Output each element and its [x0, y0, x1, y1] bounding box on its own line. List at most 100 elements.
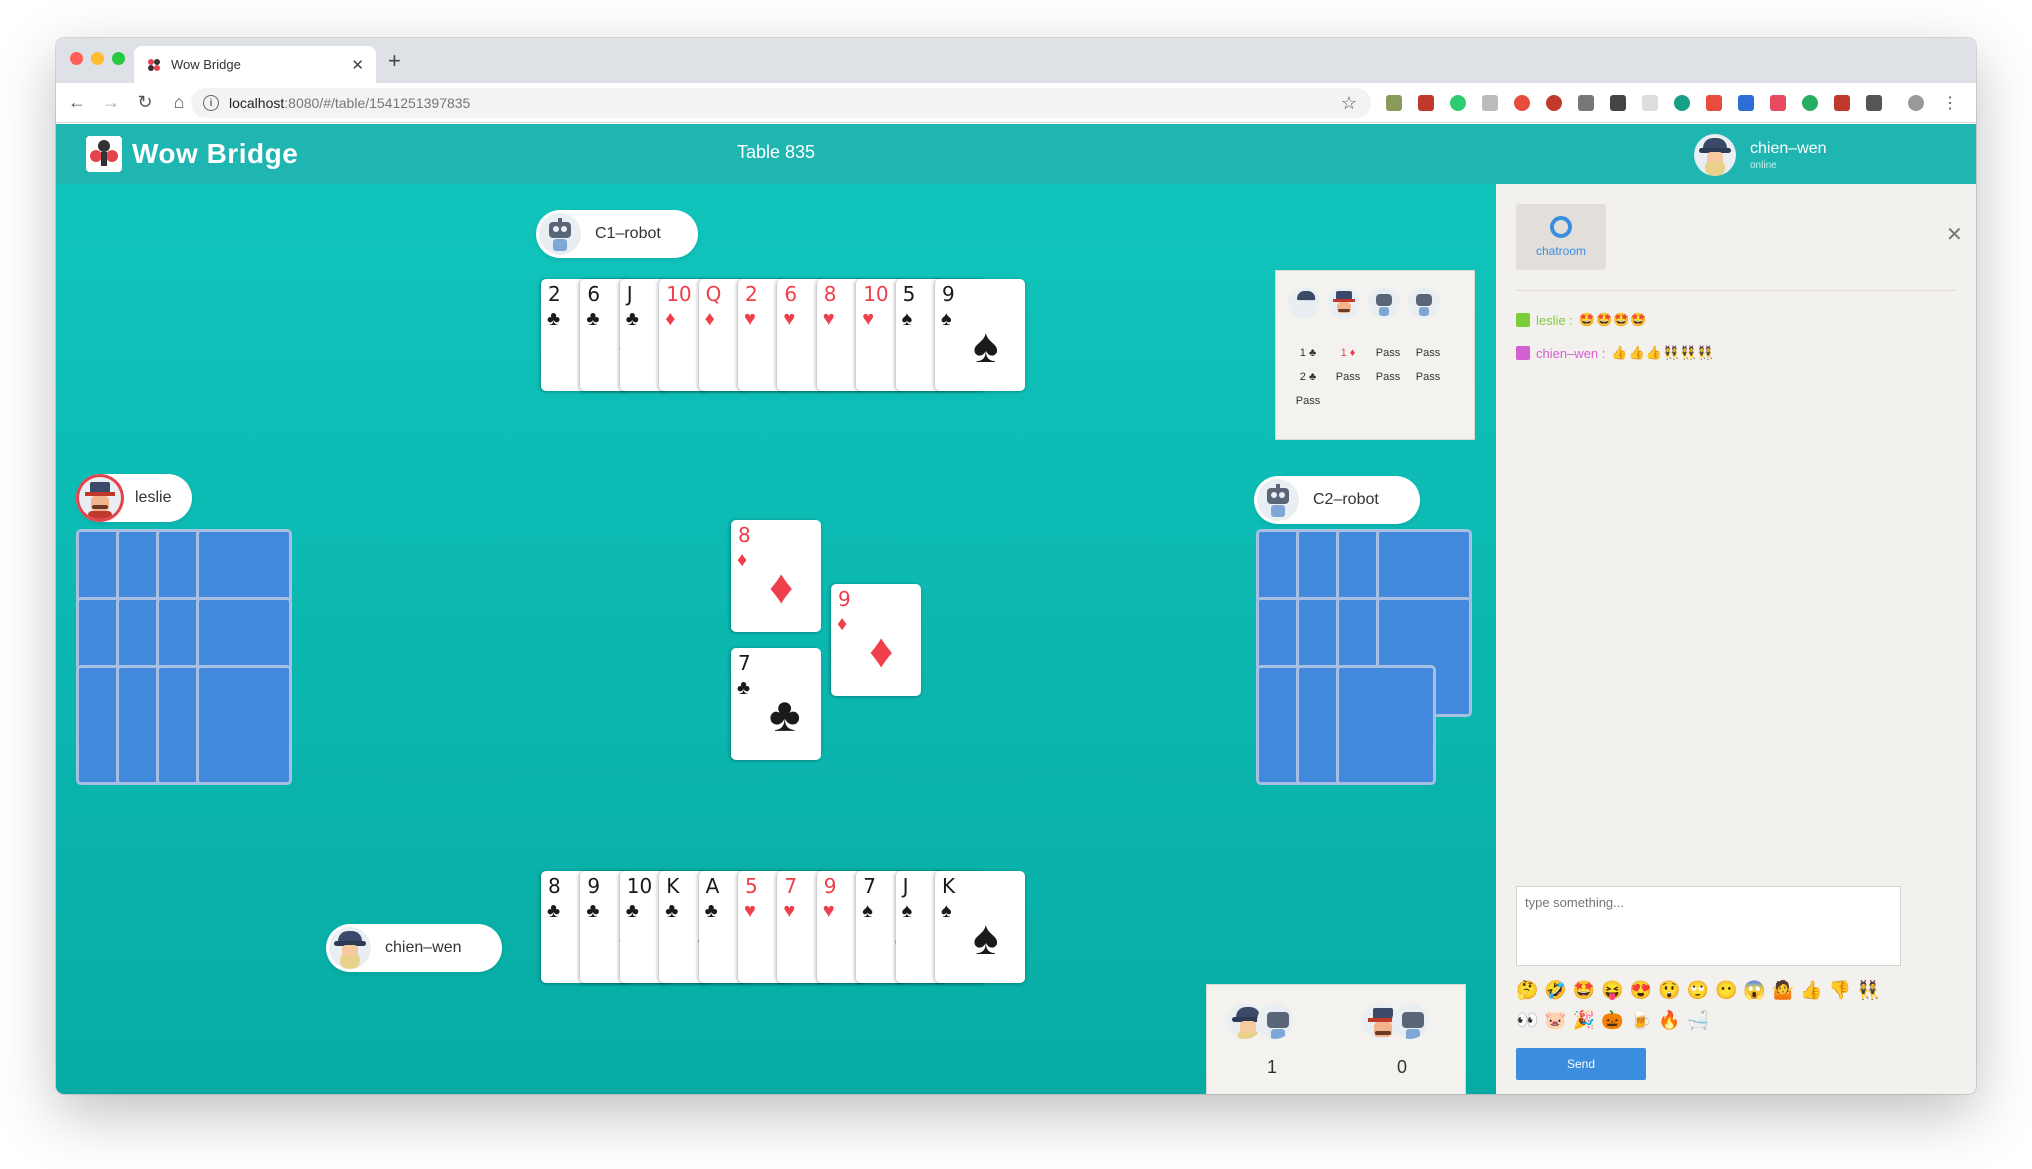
player-name: C1–robot — [595, 225, 661, 242]
chatroom-tab[interactable]: chatroom — [1516, 204, 1606, 270]
player-north: C1–robot — [536, 210, 698, 258]
card-suit-large-icon: ♠ — [973, 320, 999, 373]
move-icon[interactable] — [1578, 95, 1594, 111]
close-window-button[interactable] — [70, 52, 83, 65]
close-tab-icon[interactable]: ✕ — [351, 56, 364, 74]
emoji-button[interactable]: 😶 — [1715, 980, 1737, 1001]
wizard-avatar — [329, 927, 371, 969]
playing-card[interactable]: K ♠ ♠ — [935, 871, 1025, 983]
emoji-button[interactable]: 🤩 — [1573, 980, 1595, 1001]
chat-input[interactable] — [1516, 886, 1901, 966]
send-button[interactable]: Send — [1516, 1048, 1646, 1080]
adblock-icon[interactable] — [1546, 95, 1562, 111]
bid-cell: Pass — [1295, 395, 1321, 407]
card-rank: A — [705, 874, 720, 898]
card-rank: 2 — [548, 282, 561, 306]
emoji-picker-row-2: 👀 🐷 🎉 🎃 🍺 🔥 🛁 — [1516, 1010, 1709, 1031]
emoji-button[interactable]: 🤷 — [1772, 980, 1794, 1001]
profile-avatar-icon[interactable] — [1908, 95, 1924, 111]
extension-icon[interactable] — [1386, 95, 1402, 111]
emoji-button[interactable]: 🔥 — [1658, 1010, 1680, 1031]
back-arrow-icon[interactable]: ← — [64, 92, 90, 113]
robot-avatar — [1257, 479, 1299, 521]
user-avatar — [1694, 134, 1736, 176]
emoji-button[interactable]: 🎉 — [1573, 1010, 1595, 1031]
card-back — [1376, 529, 1472, 604]
team-1-score: 1 — [1266, 1057, 1277, 1077]
emoji-picker-row-1: 🤔 🤣 🤩 😝 😍 😲 🙄 😶 😱 🤷 👍 👎 👯 — [1516, 980, 1879, 1001]
card-suit-icon: ♠ — [941, 900, 952, 922]
card-suit-icon: ♣ — [586, 308, 600, 330]
emoji-button[interactable]: 👍 — [1800, 980, 1822, 1001]
close-icon[interactable]: ✕ — [1946, 222, 1963, 247]
card-rank: 7 — [863, 874, 876, 898]
extension-icon[interactable] — [1738, 95, 1754, 111]
card-rank: J — [902, 874, 909, 898]
card-rank: 9 — [587, 874, 601, 898]
minimize-window-button[interactable] — [91, 52, 104, 65]
bookmark-star-icon[interactable]: ☆ — [1341, 93, 1357, 114]
message-user: chien–wen : — [1536, 345, 1606, 361]
emoji-button[interactable]: 🛁 — [1687, 1010, 1709, 1031]
home-icon[interactable]: ⌂ — [166, 92, 192, 113]
emoji-button[interactable]: 👯 — [1857, 980, 1879, 1001]
card-back — [196, 529, 292, 604]
card-rank: 2 — [745, 282, 758, 306]
extension-icon[interactable] — [1706, 95, 1722, 111]
info-icon[interactable]: i — [203, 95, 219, 111]
user-status: online — [1750, 159, 1777, 171]
card-suit-icon: ♦ — [665, 308, 676, 330]
maximize-window-button[interactable] — [112, 52, 125, 65]
opera-icon[interactable] — [1514, 95, 1530, 111]
emoji-button[interactable]: 😲 — [1658, 980, 1680, 1001]
bid-cell: 1 ♦ — [1340, 347, 1356, 359]
evernote-icon[interactable] — [1450, 95, 1466, 111]
menu-dots-icon[interactable]: ⋮ — [1942, 93, 1958, 112]
reload-icon[interactable]: ↻ — [132, 92, 158, 113]
emoji-button[interactable]: 😱 — [1743, 980, 1765, 1001]
forward-arrow-icon[interactable]: → — [98, 92, 124, 113]
emoji-button[interactable]: 👎 — [1829, 980, 1851, 1001]
card-rank: K — [942, 874, 956, 898]
emoji-button[interactable]: 🎃 — [1601, 1010, 1623, 1031]
extension-icon[interactable] — [1802, 95, 1818, 111]
emoji-button[interactable]: 🤔 — [1516, 980, 1538, 1001]
team-2-score: 0 — [1396, 1057, 1407, 1077]
chat-message: chien–wen : 👍👍👍👯👯👯 — [1516, 345, 1715, 361]
emoji-button[interactable]: 😝 — [1601, 980, 1623, 1001]
card-back — [1336, 665, 1436, 785]
chatroom-tab-label: chatroom — [1535, 244, 1587, 258]
extension-icon[interactable] — [1674, 95, 1690, 111]
card-table: C1–robot 2♣♣6♣♣J♣♣10♦♦Q♦♦2♥♥6♥♥8♥♥10♥♥5♠… — [56, 184, 1496, 1094]
extension-icon[interactable] — [1770, 95, 1786, 111]
emoji-button[interactable]: 😍 — [1630, 980, 1652, 1001]
new-tab-button[interactable]: + — [388, 48, 401, 74]
cursor-icon[interactable] — [1482, 95, 1498, 111]
pocket-icon[interactable] — [1610, 95, 1626, 111]
tab-title: Wow Bridge — [171, 57, 241, 72]
extension-icon[interactable] — [1834, 95, 1850, 111]
bid-cell: Pass — [1335, 371, 1361, 383]
emoji-button[interactable]: 🐷 — [1544, 1010, 1566, 1031]
player-east: C2–robot — [1254, 476, 1420, 524]
table-title: Table 835 — [736, 142, 816, 162]
emoji-button[interactable]: 🍺 — [1630, 1010, 1652, 1031]
card-suit-large-icon: ♠ — [973, 912, 999, 965]
extension-icon[interactable] — [1642, 95, 1658, 111]
player-name: C2–robot — [1313, 491, 1379, 508]
bidding-panel: 1 ♣ 1 ♦ Pass Pass 2 ♣ Pass Pass Pass Pass — [1275, 270, 1475, 440]
shield-icon[interactable] — [1866, 95, 1882, 111]
emoji-button[interactable]: 🙄 — [1687, 980, 1709, 1001]
url-path: :8080/#/table/1541251397835 — [284, 95, 471, 111]
card-rank: K — [666, 874, 680, 898]
bid-cell: Pass — [1375, 347, 1401, 359]
card-suit-icon: ♠ — [901, 900, 913, 922]
address-bar[interactable]: i localhost:8080/#/table/1541251397835 ☆ — [191, 88, 1371, 118]
card-suit-icon: ♣ — [586, 900, 600, 922]
user-menu[interactable]: chien–wen online — [1694, 134, 1827, 176]
emoji-button[interactable]: 🤣 — [1544, 980, 1566, 1001]
extension-icon[interactable] — [1418, 95, 1434, 111]
emoji-button[interactable]: 👀 — [1516, 1010, 1538, 1031]
card-rank: 5 — [902, 282, 916, 306]
browser-tab[interactable]: Wow Bridge ✕ — [134, 46, 376, 83]
